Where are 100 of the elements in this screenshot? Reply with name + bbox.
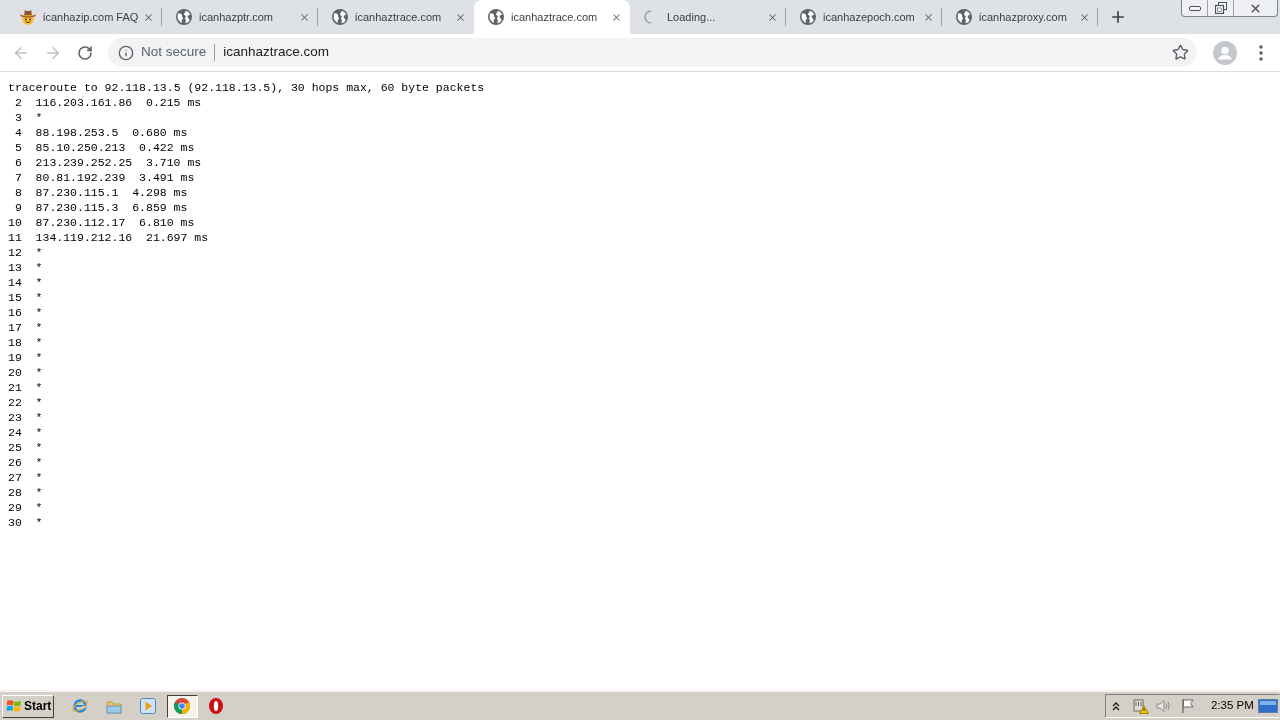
person-avatar-icon <box>1213 40 1237 65</box>
hop-reply: 134.119.212.16 21.697 ms <box>35 230 209 245</box>
hop-number: 21 <box>8 380 22 395</box>
info-icon <box>118 44 134 61</box>
browser-tab[interactable]: icanhaztrace.com <box>474 0 630 34</box>
globe-icon <box>332 9 348 25</box>
browser-tab[interactable]: icanhazepoch.com <box>786 0 942 34</box>
hop-reply: * <box>35 275 43 290</box>
hop-number: 12 <box>8 245 22 260</box>
close-icon <box>922 11 934 23</box>
hop-number: 2 <box>13 95 22 110</box>
hop-reply: 85.10.250.213 0.422 ms <box>35 140 195 155</box>
folder-icon <box>106 698 122 714</box>
hop-reply: * <box>35 245 43 260</box>
hop-reply: 87.230.115.1 4.298 ms <box>35 185 188 200</box>
hop-reply: 88.198.253.5 0.680 ms <box>35 125 188 140</box>
bookmark-star-icon[interactable] <box>1172 44 1189 61</box>
hop-number: 20 <box>8 365 22 380</box>
hop-reply: 87.230.115.3 6.859 ms <box>35 200 188 215</box>
hop-reply: * <box>35 500 43 515</box>
play-icon <box>140 698 156 714</box>
hop-number: 22 <box>8 395 22 410</box>
hop-number: 30 <box>8 515 22 530</box>
hop-reply: 116.203.161.86 0.215 ms <box>35 95 202 110</box>
hop-reply: 80.81.192.239 3.491 ms <box>35 170 195 185</box>
close-icon <box>454 11 466 23</box>
clock-time[interactable]: 2:35 PM <box>1211 697 1254 715</box>
hop-reply: * <box>35 395 43 410</box>
hop-reply: * <box>35 455 43 470</box>
hop-number: 26 <box>8 455 22 470</box>
hop-number: 11 <box>8 230 22 245</box>
hop-number: 3 <box>13 110 22 125</box>
hop-number: 23 <box>8 410 22 425</box>
globe-icon <box>488 9 504 25</box>
address-bar[interactable]: Not secure icanhaztrace.com <box>108 38 1197 67</box>
hop-reply: * <box>35 470 43 485</box>
hop-reply: * <box>35 290 43 305</box>
double-chevron-icon[interactable] <box>1112 701 1120 711</box>
browser-tab[interactable]: Loading... <box>630 0 786 34</box>
ring-logo-icon <box>209 698 223 714</box>
hop-reply: * <box>35 350 43 365</box>
hop-number: 9 <box>13 200 22 215</box>
hop-number: 4 <box>13 125 22 140</box>
close-icon <box>610 11 622 23</box>
hop-reply: * <box>35 440 43 455</box>
hop-reply: * <box>35 515 43 530</box>
flag-icon[interactable] <box>1181 698 1197 714</box>
close-icon <box>766 11 778 23</box>
close-icon <box>1078 11 1090 23</box>
hop-reply: * <box>35 335 43 350</box>
hop-number: 7 <box>13 170 22 185</box>
browser-tab[interactable]: icanhazproxy.com <box>942 0 1098 34</box>
hop-number: 6 <box>13 155 22 170</box>
hop-number: 17 <box>8 320 22 335</box>
hop-number: 13 <box>8 260 22 275</box>
url-text[interactable]: icanhaztrace.com <box>223 42 330 63</box>
loading-spinner-icon <box>644 10 652 24</box>
hop-reply: * <box>35 365 43 380</box>
hop-number: 16 <box>8 305 22 320</box>
close-icon <box>142 11 154 23</box>
hop-number: 8 <box>13 185 22 200</box>
globe-icon <box>800 9 816 25</box>
speaker-icon[interactable] <box>1156 699 1172 713</box>
hop-reply: * <box>35 485 43 500</box>
menu-dots-icon <box>1259 44 1263 61</box>
cowboy-face-icon <box>20 9 36 25</box>
close-icon <box>298 11 310 23</box>
hop-reply: 87.230.112.17 6.810 ms <box>35 215 195 230</box>
hop-reply: * <box>35 380 43 395</box>
browser-tab[interactable]: icanhazip.com FAQ <box>6 0 162 34</box>
hop-number: 18 <box>8 335 22 350</box>
hop-reply: * <box>35 320 43 335</box>
hop-number: 5 <box>13 140 22 155</box>
browser-tab[interactable]: icanhazptr.com <box>162 0 318 34</box>
circle-logo-icon <box>174 698 190 714</box>
output-header-line: traceroute to 92.118.13.5 (92.118.13.5), 30 hops max, 60 byte packets <box>8 80 485 95</box>
quick-launch-button[interactable] <box>166 694 198 718</box>
hop-number: 24 <box>8 425 22 440</box>
hop-number: 10 <box>8 215 22 230</box>
hop-number: 15 <box>8 290 22 305</box>
hop-reply: * <box>35 425 43 440</box>
start-button[interactable]: Start <box>2 694 54 718</box>
show-desktop-icon[interactable] <box>1258 699 1278 713</box>
minimize-icon <box>1188 5 1201 11</box>
hop-number: 25 <box>8 440 22 455</box>
hop-reply: * <box>35 305 43 320</box>
hop-reply: 213.239.252.25 3.710 ms <box>35 155 202 170</box>
security-label[interactable]: Not secure <box>141 42 207 63</box>
browser-tab[interactable]: icanhaztrace.com <box>318 0 474 34</box>
hop-number: 14 <box>8 275 22 290</box>
hop-number: 19 <box>8 350 22 365</box>
hop-reply: * <box>35 260 43 275</box>
windows-logo-icon <box>6 698 22 714</box>
hop-number: 27 <box>8 470 22 485</box>
globe-icon <box>956 9 972 25</box>
hop-reply: * <box>35 110 43 125</box>
network-warning-icon[interactable] <box>1133 698 1149 714</box>
hop-number: 29 <box>8 500 22 515</box>
plus-icon <box>1109 8 1127 26</box>
globe-icon <box>176 9 192 25</box>
